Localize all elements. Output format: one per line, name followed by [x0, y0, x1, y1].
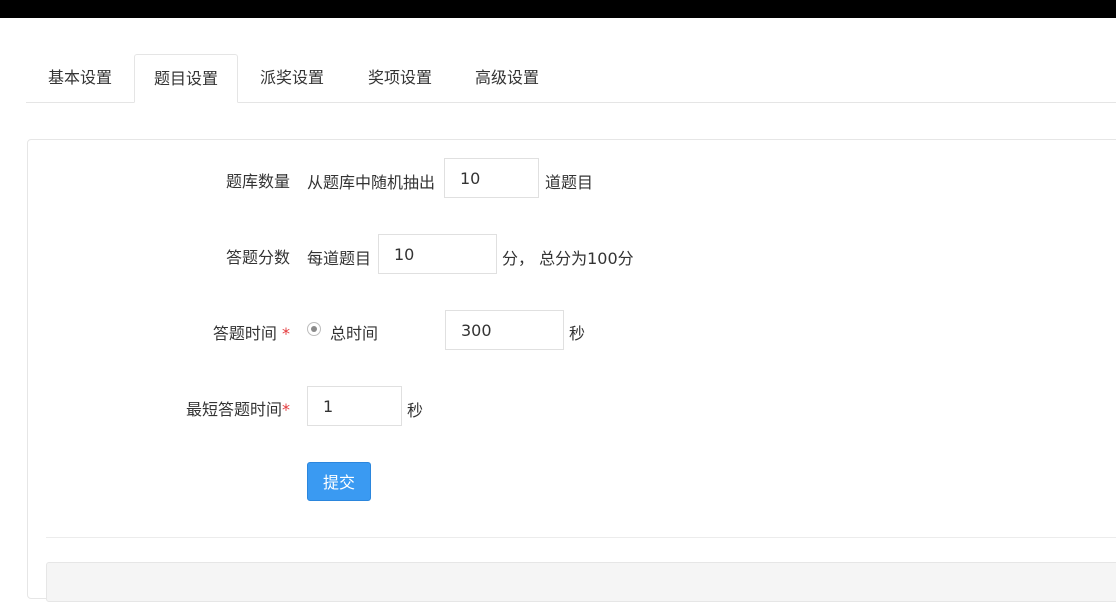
- settings-panel: [27, 139, 1116, 599]
- total-time-radio-label[interactable]: 总时间: [330, 320, 378, 344]
- question-count-suffix: 道题目: [545, 173, 594, 192]
- required-mark: *: [282, 324, 290, 343]
- total-time-unit: 秒: [569, 324, 586, 343]
- tab-prize-distribution-settings[interactable]: 派奖设置: [238, 54, 346, 102]
- tab-award-settings[interactable]: 奖项设置: [346, 54, 454, 102]
- score-label: 答题分数: [225, 248, 290, 267]
- question-count-prefix: 从题库中随机抽出: [307, 173, 436, 192]
- settings-tabs: 基本设置 题目设置 派奖设置 奖项设置 高级设置: [26, 54, 1116, 103]
- required-mark: *: [282, 400, 290, 419]
- total-time-input[interactable]: [445, 310, 564, 350]
- tab-advanced-settings[interactable]: 高级设置: [454, 54, 560, 102]
- score-per-question-input[interactable]: [378, 234, 497, 274]
- top-black-bar: [0, 0, 1116, 18]
- tab-basic-settings[interactable]: 基本设置: [26, 54, 134, 102]
- score-suffix: 分， 总分为100分: [502, 249, 634, 268]
- section-divider: [46, 537, 1116, 538]
- tab-question-settings[interactable]: 题目设置: [134, 54, 238, 103]
- question-count-input[interactable]: [444, 158, 539, 198]
- min-answer-time-label: 最短答题时间*: [186, 396, 290, 420]
- total-time-radio[interactable]: [307, 322, 321, 336]
- question-count-label: 题库数量: [225, 172, 290, 191]
- min-answer-time-input[interactable]: [307, 386, 402, 426]
- score-prefix: 每道题目: [307, 249, 372, 268]
- bottom-info-box: [46, 562, 1116, 602]
- submit-button[interactable]: 提交: [307, 462, 371, 501]
- answer-time-label-text: 答题时间: [212, 324, 277, 343]
- min-answer-time-label-text: 最短答题时间: [185, 400, 282, 419]
- answer-time-label: 答题时间 *: [213, 320, 290, 344]
- min-answer-time-unit: 秒: [407, 401, 424, 420]
